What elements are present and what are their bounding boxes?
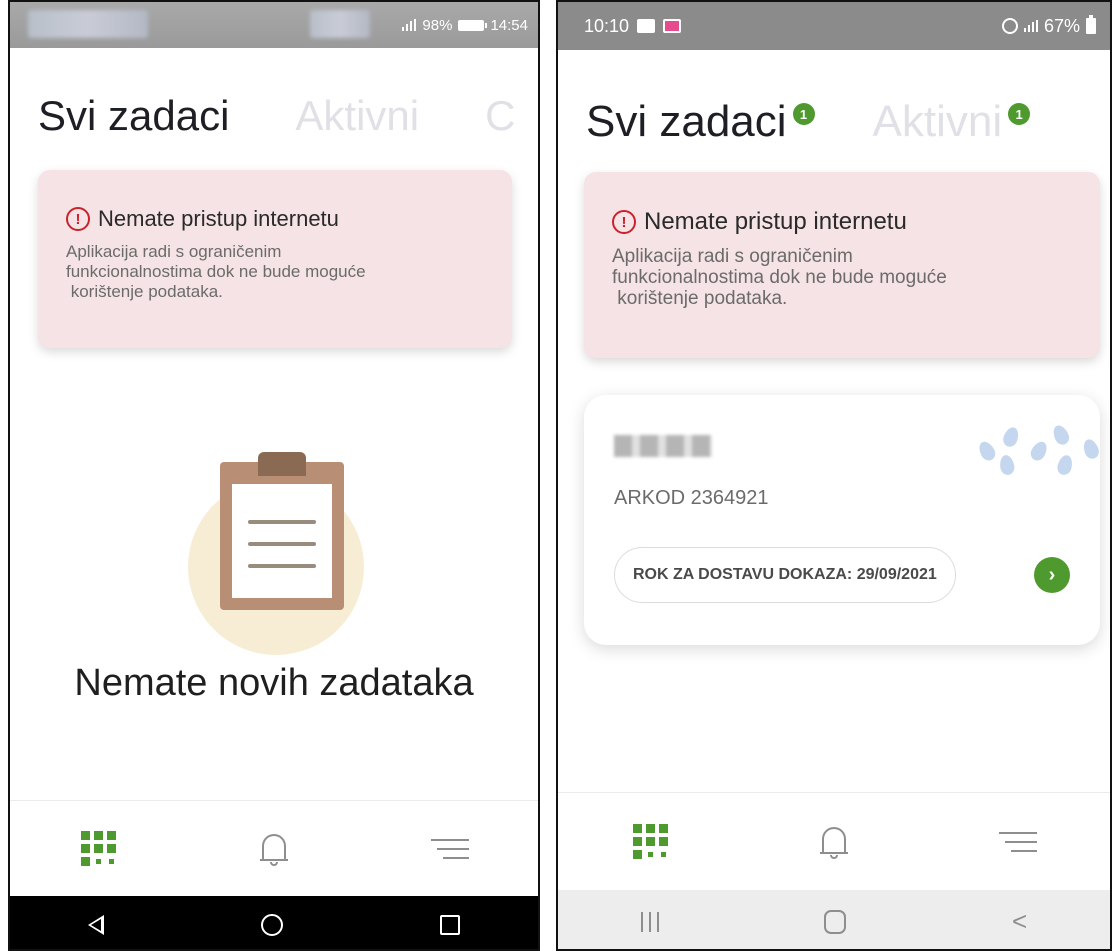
media-icon — [637, 19, 656, 33]
right-phone-screen: 10:10 67% Svi zadaci 1 Aktivni 1 ! Nemat… — [556, 0, 1112, 951]
task-arkod-id: ARKOD 2364921 — [614, 487, 769, 509]
tab-svi-zadaci[interactable]: Svi zadaci 1 — [586, 97, 815, 147]
system-navigation: < — [558, 890, 1110, 949]
tab-aktivni[interactable]: Aktivni 1 — [873, 97, 1031, 147]
recents-icon[interactable] — [439, 914, 460, 935]
nav-notifications-button[interactable] — [804, 812, 864, 872]
tab-count-badge: 1 — [1008, 103, 1031, 125]
warning-icon: ! — [66, 207, 90, 231]
left-phone-screen: 98% 14:54 Svi zadaci Aktivni C ! Nemate … — [8, 0, 540, 951]
task-card[interactable]: ARKOD 2364921 ROK ZA DOSTAVU DOKAZA: 29/… — [584, 395, 1100, 645]
blurred-status-area — [28, 10, 148, 38]
nav-tasks-button[interactable] — [620, 812, 680, 872]
warning-line: korištenje podataka. — [66, 282, 223, 301]
status-time: 10:10 — [584, 15, 630, 36]
signal-icon — [402, 19, 417, 31]
bottom-navigation — [10, 800, 538, 896]
signal-icon — [1023, 20, 1038, 32]
battery-percent: 98% — [422, 16, 453, 34]
nav-menu-button[interactable] — [420, 819, 480, 879]
gallery-icon — [663, 19, 682, 33]
grid-icon — [80, 831, 116, 866]
empty-state-message: Nemate novih zadataka — [74, 662, 474, 704]
bell-icon — [820, 825, 848, 859]
no-internet-warning: ! Nemate pristup internetu Aplikacija ra… — [584, 172, 1100, 358]
deadline-chip: ROK ZA DOSTAVU DOKAZA: 29/09/2021 — [614, 547, 956, 603]
home-icon[interactable] — [824, 909, 847, 934]
warning-line: funkcionalnostima dok ne bude moguće — [612, 267, 947, 288]
back-icon[interactable] — [88, 914, 105, 935]
warning-line: funkcionalnostima dok ne bude moguće — [66, 262, 366, 281]
nav-menu-button[interactable] — [988, 812, 1048, 872]
tab-aktivni[interactable]: Aktivni — [295, 92, 419, 140]
chevron-right-icon: › — [1048, 563, 1056, 586]
task-owner-name-redacted — [614, 435, 712, 457]
recents-icon[interactable] — [640, 911, 659, 932]
menu-icon — [431, 832, 469, 866]
water-drops-decoration — [970, 421, 1100, 481]
bell-icon — [260, 832, 288, 866]
back-icon[interactable]: < — [1012, 906, 1027, 937]
status-bar: 10:10 67% — [558, 2, 1110, 50]
menu-icon — [999, 825, 1037, 859]
task-tabs: Svi zadaci 1 Aktivni 1 — [558, 97, 1110, 147]
grid-icon — [632, 824, 668, 859]
home-icon[interactable] — [260, 913, 283, 936]
battery-icon — [458, 19, 488, 31]
no-internet-warning: ! Nemate pristup internetu Aplikacija ra… — [38, 170, 512, 348]
warning-title: Nemate pristup internetu — [98, 206, 339, 231]
clipboard-icon — [220, 452, 344, 610]
bottom-navigation — [558, 792, 1110, 890]
battery-icon — [1086, 15, 1096, 34]
battery-percent: 67% — [1043, 15, 1080, 36]
alarm-icon — [1001, 18, 1018, 34]
status-time: 14:54 — [490, 16, 528, 34]
warning-title: Nemate pristup internetu — [644, 208, 907, 235]
warning-line: Aplikacija radi s ograničenim — [612, 246, 853, 267]
tab-cut-off[interactable]: C — [485, 92, 515, 140]
nav-tasks-button[interactable] — [68, 819, 128, 879]
tab-count-badge: 1 — [792, 103, 815, 125]
status-bar: 98% 14:54 — [10, 2, 538, 48]
warning-line: Aplikacija radi s ograničenim — [66, 242, 282, 261]
warning-line: korištenje podataka. — [612, 288, 788, 309]
open-task-button[interactable]: › — [1034, 557, 1070, 593]
task-tabs: Svi zadaci Aktivni C — [10, 92, 538, 140]
blurred-status-area — [310, 10, 370, 38]
tab-svi-zadaci[interactable]: Svi zadaci — [38, 92, 229, 140]
system-navigation — [10, 896, 538, 949]
warning-icon: ! — [612, 210, 636, 234]
nav-notifications-button[interactable] — [244, 819, 304, 879]
